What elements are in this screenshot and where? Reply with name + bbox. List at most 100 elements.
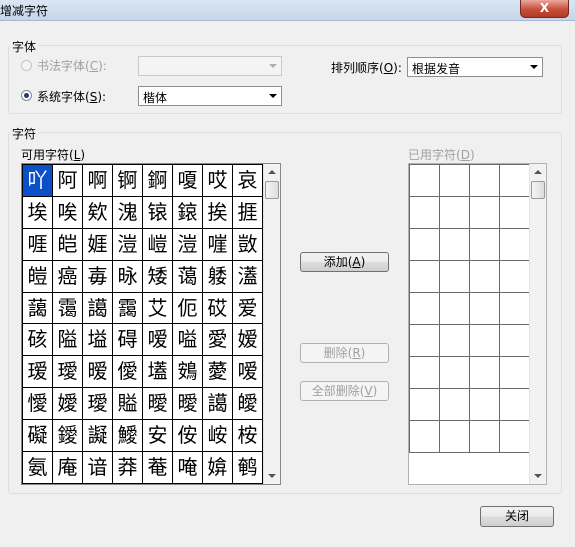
char-cell[interactable]: 嬡: [53, 388, 83, 421]
used-char-cell[interactable]: [470, 357, 500, 389]
char-cell[interactable]: 溾: [113, 196, 143, 229]
used-char-cell[interactable]: [410, 261, 440, 293]
char-cell[interactable]: 莽: [113, 452, 143, 484]
close-button[interactable]: 关闭: [480, 506, 554, 527]
char-cell[interactable]: 锕: [113, 165, 143, 197]
char-cell[interactable]: 桉: [233, 420, 263, 453]
char-cell[interactable]: 薆: [203, 356, 233, 389]
char-cell[interactable]: 捱: [233, 196, 263, 229]
char-cell[interactable]: 皚: [23, 260, 53, 293]
used-char-cell[interactable]: [470, 293, 500, 325]
used-char-cell[interactable]: [410, 421, 440, 453]
char-cell[interactable]: 媕: [203, 452, 233, 484]
char-cell[interactable]: 霭: [53, 292, 83, 325]
char-cell[interactable]: 皑: [53, 228, 83, 261]
used-char-cell[interactable]: [500, 165, 530, 197]
scroll-down-icon[interactable]: [268, 474, 276, 478]
char-cell[interactable]: 唵: [173, 452, 203, 484]
char-cell[interactable]: 敳: [233, 228, 263, 261]
char-cell[interactable]: 埃: [23, 196, 53, 229]
window-close-button[interactable]: X: [520, 0, 569, 18]
used-char-cell[interactable]: [410, 357, 440, 389]
used-char-cell[interactable]: [440, 325, 470, 357]
char-cell[interactable]: 璦: [53, 356, 83, 389]
char-cell[interactable]: 硋: [23, 324, 53, 357]
char-cell[interactable]: 嘊: [203, 228, 233, 261]
used-char-cell[interactable]: [440, 229, 470, 261]
available-chars-scrollbar[interactable]: [263, 164, 280, 484]
char-cell[interactable]: 譪: [203, 388, 233, 421]
used-char-cell[interactable]: [500, 261, 530, 293]
char-cell[interactable]: 鎄: [173, 196, 203, 229]
sort-order-combo[interactable]: 根据发音: [407, 57, 543, 77]
char-cell[interactable]: 曖: [173, 388, 203, 421]
used-char-cell[interactable]: [440, 421, 470, 453]
char-cell[interactable]: 娾: [83, 228, 113, 261]
char-cell[interactable]: 溰: [113, 228, 143, 261]
char-cell[interactable]: 壒: [143, 356, 173, 389]
char-cell[interactable]: 毐: [83, 260, 113, 293]
used-char-cell[interactable]: [500, 325, 530, 357]
char-cell[interactable]: 氨: [23, 452, 53, 484]
used-char-cell[interactable]: [410, 229, 440, 261]
used-char-cell[interactable]: [500, 229, 530, 261]
used-char-cell[interactable]: [410, 325, 440, 357]
char-cell[interactable]: 嫒: [233, 324, 263, 357]
used-char-cell[interactable]: [470, 197, 500, 229]
calligraphy-font-combo[interactable]: [138, 56, 282, 76]
char-cell[interactable]: 瑷: [23, 356, 53, 389]
used-char-cell[interactable]: [440, 197, 470, 229]
char-cell[interactable]: 賹: [113, 388, 143, 421]
used-char-cell[interactable]: [500, 197, 530, 229]
used-char-cell[interactable]: [500, 389, 530, 421]
char-cell[interactable]: 鑀: [53, 420, 83, 453]
char-cell[interactable]: 挨: [203, 196, 233, 229]
used-char-cell[interactable]: [440, 261, 470, 293]
char-cell[interactable]: 啊: [83, 165, 113, 197]
char-cell[interactable]: 礙: [23, 420, 53, 453]
char-cell[interactable]: 谙: [83, 452, 113, 484]
char-cell[interactable]: 庵: [53, 452, 83, 484]
used-char-cell[interactable]: [410, 197, 440, 229]
scroll-thumb[interactable]: [531, 181, 545, 199]
char-cell[interactable]: 砹: [203, 292, 233, 325]
scroll-thumb[interactable]: [265, 181, 279, 199]
char-cell[interactable]: 侒: [173, 420, 203, 453]
char-cell[interactable]: 濭: [233, 260, 263, 293]
char-cell[interactable]: 癌: [53, 260, 83, 293]
used-char-cell[interactable]: [440, 293, 470, 325]
char-cell[interactable]: 暧: [83, 356, 113, 389]
char-cell[interactable]: 蔼: [173, 260, 203, 293]
delete-button[interactable]: 删除(R): [300, 343, 389, 363]
char-cell[interactable]: 譺: [83, 420, 113, 453]
char-cell[interactable]: 譪: [83, 292, 113, 325]
char-cell[interactable]: 藹: [23, 292, 53, 325]
system-font-radio[interactable]: [21, 90, 32, 101]
char-cell[interactable]: 嗳: [143, 324, 173, 357]
scroll-up-icon[interactable]: [534, 170, 542, 174]
char-cell[interactable]: 锿: [143, 196, 173, 229]
char-cell[interactable]: 安: [143, 420, 173, 453]
used-char-cell[interactable]: [500, 357, 530, 389]
used-char-cell[interactable]: [470, 389, 500, 421]
char-cell[interactable]: 矮: [143, 260, 173, 293]
used-char-cell[interactable]: [410, 389, 440, 421]
char-cell[interactable]: 艾: [143, 292, 173, 325]
used-char-cell[interactable]: [470, 421, 500, 453]
char-cell[interactable]: 皧: [233, 388, 263, 421]
char-cell[interactable]: 愛: [203, 324, 233, 357]
used-chars-list[interactable]: [408, 163, 547, 485]
char-cell[interactable]: 唉: [53, 196, 83, 229]
used-char-cell[interactable]: [470, 325, 500, 357]
char-cell[interactable]: 碍: [113, 324, 143, 357]
used-char-cell[interactable]: [470, 229, 500, 261]
char-cell[interactable]: 哎: [203, 165, 233, 197]
char-cell[interactable]: 欸: [83, 196, 113, 229]
char-cell[interactable]: 嗌: [173, 324, 203, 357]
char-cell[interactable]: 昹: [113, 260, 143, 293]
calligraphy-font-radio[interactable]: [21, 60, 32, 71]
char-cell[interactable]: 塧: [83, 324, 113, 357]
used-char-cell[interactable]: [500, 293, 530, 325]
scroll-down-icon[interactable]: [534, 474, 542, 478]
char-cell[interactable]: 靄: [113, 292, 143, 325]
